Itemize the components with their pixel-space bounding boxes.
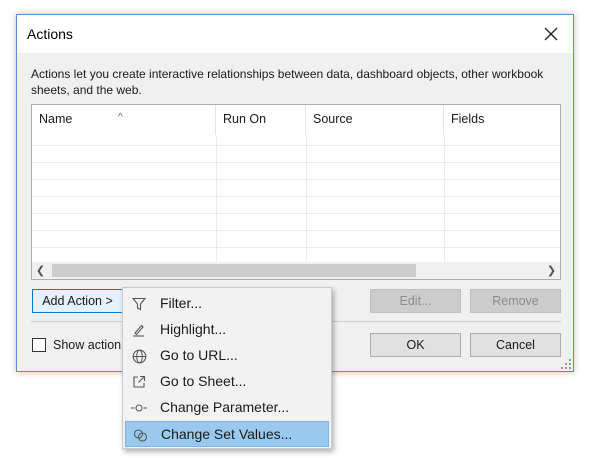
horizontal-scrollbar[interactable]: ❮ ❯ — [32, 262, 560, 279]
column-divider — [216, 135, 217, 262]
menu-item-label: Change Parameter... — [160, 399, 290, 415]
globe-icon — [131, 348, 147, 364]
add-action-menu: Filter... Highlight... Go to URL... Go t… — [122, 287, 332, 449]
external-sheet-icon — [131, 374, 147, 390]
column-header-name-label: Name — [39, 112, 73, 126]
dialog-description: Actions let you create interactive relat… — [31, 67, 544, 97]
remove-button[interactable]: Remove — [470, 289, 561, 313]
scrollbar-thumb[interactable] — [52, 264, 416, 277]
column-header-run-on[interactable]: Run On — [216, 105, 306, 135]
menu-item-label: Highlight... — [160, 321, 227, 337]
ok-button[interactable]: OK — [370, 333, 461, 357]
column-divider — [444, 135, 445, 262]
table-row[interactable] — [32, 179, 560, 196]
menu-item-label: Filter... — [160, 295, 203, 311]
parameter-icon — [131, 400, 147, 416]
show-action-checkbox[interactable] — [32, 338, 46, 352]
column-header-name[interactable]: Name ^ — [32, 105, 216, 135]
set-icon — [132, 427, 148, 443]
column-header-source[interactable]: Source — [306, 105, 444, 135]
menu-item-highlight[interactable]: Highlight... — [125, 317, 329, 343]
column-header-fields[interactable]: Fields — [444, 105, 560, 135]
close-icon — [544, 27, 558, 41]
scroll-left-icon[interactable]: ❮ — [32, 262, 49, 279]
show-action-label: Show action — [53, 338, 122, 352]
dialog-title: Actions — [27, 26, 73, 42]
menu-item-go-to-url[interactable]: Go to URL... — [125, 343, 329, 369]
table-row[interactable] — [32, 145, 560, 162]
table-row[interactable] — [32, 162, 560, 179]
actions-table[interactable]: Name ^ Run On Source Fields ❮ ❯ — [31, 104, 561, 280]
column-divider — [306, 135, 307, 262]
menu-item-label: Change Set Values... — [161, 426, 293, 442]
menu-item-label: Go to Sheet... — [160, 373, 247, 389]
resize-grip-icon[interactable] — [561, 359, 571, 369]
menu-item-change-set-values[interactable]: Change Set Values... — [125, 421, 329, 447]
table-row[interactable] — [32, 230, 560, 247]
add-action-button[interactable]: Add Action > — [32, 289, 123, 313]
menu-item-go-to-sheet[interactable]: Go to Sheet... — [125, 369, 329, 395]
scroll-right-icon[interactable]: ❯ — [543, 262, 560, 279]
cancel-button[interactable]: Cancel — [470, 333, 561, 357]
column-header-fields-label: Fields — [451, 112, 485, 126]
menu-item-change-parameter[interactable]: Change Parameter... — [125, 395, 329, 421]
sort-ascending-icon: ^ — [118, 112, 123, 123]
table-row[interactable] — [32, 213, 560, 230]
menu-item-filter[interactable]: Filter... — [125, 291, 329, 317]
edit-button[interactable]: Edit... — [370, 289, 461, 313]
highlight-pen-icon — [131, 322, 147, 338]
title-bar: Actions — [17, 15, 573, 53]
menu-item-label: Go to URL... — [160, 347, 238, 363]
table-row[interactable] — [32, 196, 560, 213]
close-button[interactable] — [535, 19, 567, 49]
column-header-source-label: Source — [313, 112, 353, 126]
column-header-run-on-label: Run On — [223, 112, 267, 126]
table-header: Name ^ Run On Source Fields — [32, 105, 560, 135]
filter-icon — [131, 296, 147, 312]
